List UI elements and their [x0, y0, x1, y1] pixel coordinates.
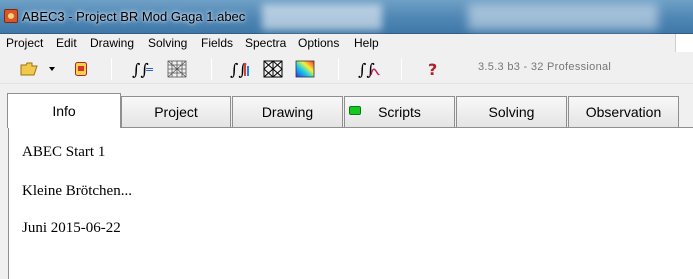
tab-observation[interactable]: Observation	[568, 96, 679, 127]
window-title: ABEC3 - Project BR Mod Gaga 1.abec	[22, 9, 246, 24]
toolbar-separator	[211, 58, 212, 80]
save-icon[interactable]	[70, 58, 92, 80]
info-line: ABEC Start 1	[22, 144, 106, 160]
tab-drawing-label: Drawing	[261, 104, 314, 120]
tab-info[interactable]: Info	[7, 93, 121, 128]
tab-scripts[interactable]: Scripts	[344, 96, 455, 127]
app-icon	[4, 9, 18, 23]
tab-project-label: Project	[154, 104, 198, 120]
version-label: 3.5.3 b3 - 32 Professional	[478, 61, 612, 73]
dropdown-arrow-icon[interactable]	[46, 58, 58, 80]
menu-solving[interactable]: Solving	[148, 36, 187, 50]
svg-text:=: =	[145, 63, 154, 76]
menu-fields[interactable]: Fields	[201, 36, 233, 50]
tab-observation-label: Observation	[585, 104, 662, 120]
help-icon[interactable]: ?	[422, 58, 444, 80]
field-mesh-icon[interactable]	[262, 58, 284, 80]
menu-spectra[interactable]: Spectra	[245, 36, 286, 50]
menu-help[interactable]: Help	[354, 36, 379, 50]
toolbar: ∫∫ = ∫∫ ∫∫ ? 3.5.3 b3 - 32 Professional	[0, 52, 693, 84]
info-line: Juni 2015-06-22	[22, 220, 121, 236]
info-pane[interactable]: ABEC Start 1 Kleine Brötchen... Juni 201…	[8, 127, 693, 279]
svg-text:?: ?	[428, 60, 437, 78]
menu-bar: Project Edit Drawing Solving Fields Spec…	[0, 34, 693, 52]
open-folder-icon[interactable]	[18, 58, 40, 80]
menu-edit[interactable]: Edit	[56, 36, 77, 50]
title-bar-blur	[468, 4, 658, 30]
integral-curve-icon[interactable]: ∫∫	[358, 58, 380, 80]
close-area	[675, 34, 693, 52]
scripts-status-indicator	[349, 106, 361, 115]
menu-project[interactable]: Project	[6, 36, 43, 50]
title-bar: ABEC3 - Project BR Mod Gaga 1.abec	[0, 0, 693, 34]
mesh-icon[interactable]	[166, 58, 188, 80]
toolbar-separator	[111, 58, 112, 80]
toolbar-separator	[338, 58, 339, 80]
tab-scripts-label: Scripts	[378, 104, 421, 120]
tab-solving[interactable]: Solving	[456, 96, 567, 127]
toolbar-separator	[401, 58, 402, 80]
spectra-icon[interactable]: ∫∫	[230, 58, 252, 80]
tab-project[interactable]: Project	[121, 96, 231, 127]
menu-drawing[interactable]: Drawing	[90, 36, 134, 50]
title-bar-blur	[262, 4, 382, 30]
solve-integral-icon[interactable]: ∫∫ =	[132, 58, 154, 80]
menu-options[interactable]: Options	[298, 36, 339, 50]
svg-text:∫∫: ∫∫	[358, 60, 375, 78]
tab-solving-label: Solving	[488, 104, 535, 120]
info-line: Kleine Brötchen...	[22, 183, 132, 199]
tab-info-label: Info	[52, 103, 76, 119]
field-gradient-icon[interactable]	[294, 58, 316, 80]
tab-drawing[interactable]: Drawing	[232, 96, 343, 127]
